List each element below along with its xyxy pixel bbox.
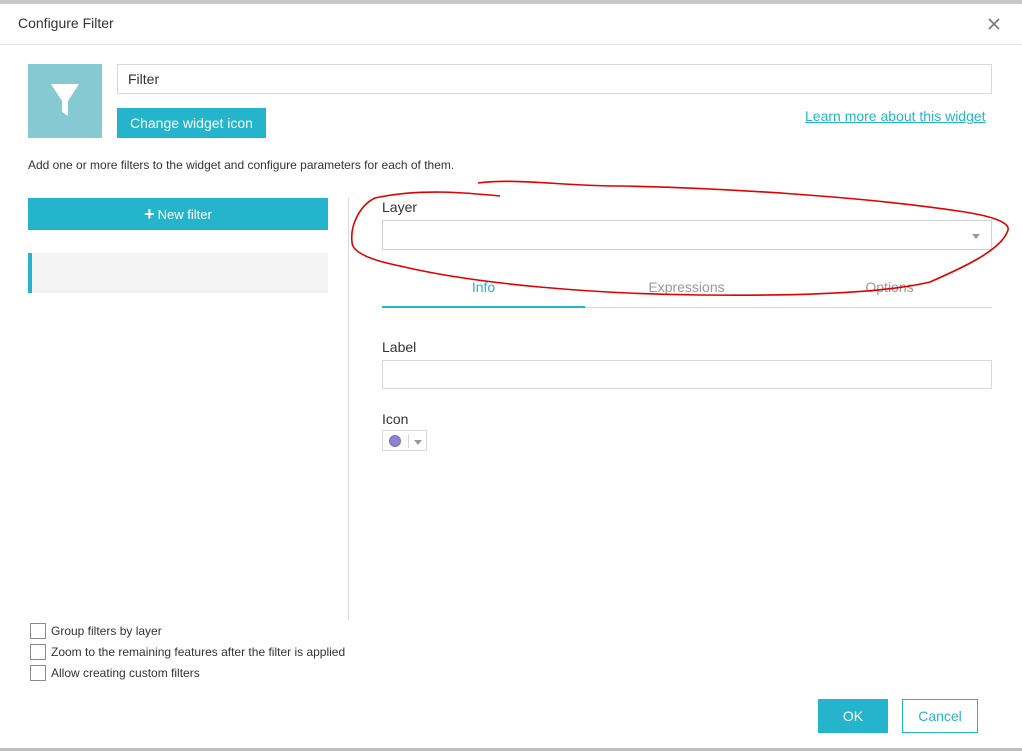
- new-filter-label: New filter: [157, 206, 212, 222]
- tab-options[interactable]: Options: [788, 276, 991, 308]
- chevron-down-icon: [414, 440, 422, 445]
- dialog-header: Configure Filter: [0, 4, 1022, 45]
- layer-select[interactable]: [382, 220, 992, 250]
- cancel-button[interactable]: Cancel: [902, 699, 978, 733]
- panel-divider: [348, 198, 349, 620]
- label-input[interactable]: [382, 360, 992, 389]
- learn-more-link[interactable]: Learn more about this widget: [805, 108, 986, 124]
- label-field-title: Label: [382, 339, 417, 355]
- close-icon[interactable]: [984, 14, 1004, 34]
- dialog-title: Configure Filter: [18, 15, 114, 31]
- icon-color-picker[interactable]: [382, 430, 427, 451]
- ok-button[interactable]: OK: [818, 699, 888, 733]
- configure-filter-dialog: Configure Filter Change widget icon Lear…: [0, 4, 1022, 749]
- icon-field-title: Icon: [382, 411, 409, 427]
- color-swatch-icon: [389, 435, 401, 447]
- allow-custom-filters-checkbox[interactable]: [30, 665, 46, 681]
- change-widget-icon-button[interactable]: Change widget icon: [117, 108, 266, 138]
- widget-icon-preview: [28, 64, 102, 138]
- chevron-down-icon: [972, 234, 980, 239]
- group-by-layer-checkbox[interactable]: [30, 623, 46, 639]
- option-group-by-layer: Group filters by layer: [30, 623, 162, 639]
- new-filter-button[interactable]: + New filter: [28, 198, 328, 230]
- zoom-to-features-label: Zoom to the remaining features after the…: [51, 645, 346, 659]
- layer-label: Layer: [382, 199, 418, 215]
- picker-separator: [408, 434, 409, 448]
- option-zoom-to-features: Zoom to the remaining features after the…: [30, 644, 345, 660]
- filter-funnel-icon: [51, 84, 79, 116]
- widget-description: Add one or more filters to the widget an…: [28, 158, 455, 172]
- filter-tabs: Info Expressions Options: [382, 276, 992, 308]
- zoom-to-features-checkbox[interactable]: [30, 644, 46, 660]
- group-by-layer-label: Group filters by layer: [51, 624, 162, 638]
- widget-name-input[interactable]: [117, 64, 992, 94]
- tab-expressions[interactable]: Expressions: [585, 276, 788, 308]
- plus-icon: +: [144, 204, 155, 224]
- allow-custom-filters-label: Allow creating custom filters: [51, 666, 200, 680]
- filter-list-item[interactable]: [28, 253, 328, 293]
- tab-info[interactable]: Info: [382, 276, 585, 308]
- option-allow-custom-filters: Allow creating custom filters: [30, 665, 200, 681]
